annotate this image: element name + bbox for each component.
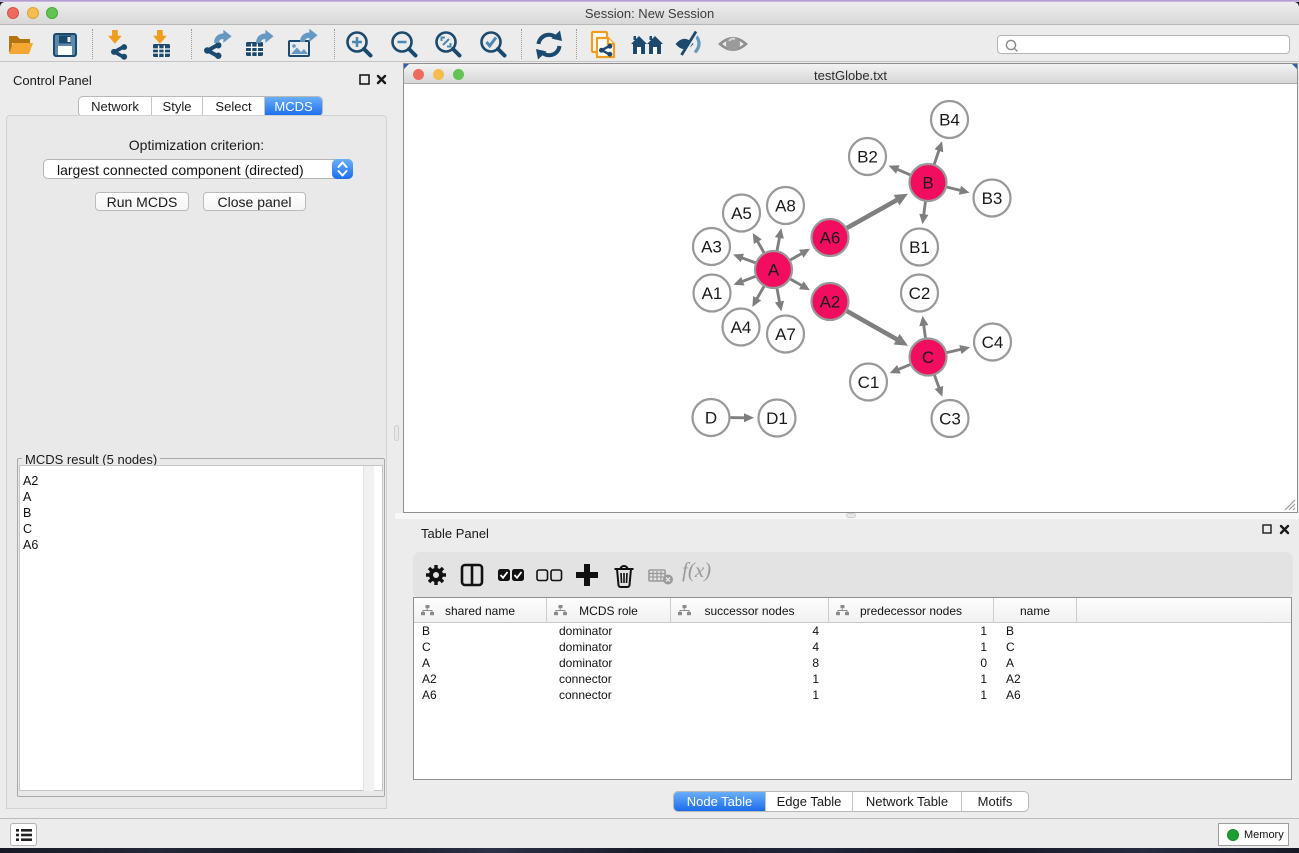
svg-text:A2: A2: [820, 293, 841, 312]
svg-text:C3: C3: [939, 410, 961, 429]
svg-text:A7: A7: [775, 325, 796, 344]
svg-text:B1: B1: [909, 238, 930, 257]
svg-text:B4: B4: [939, 111, 960, 130]
svg-text:A: A: [768, 261, 780, 280]
svg-text:B2: B2: [857, 148, 878, 167]
svg-text:A3: A3: [701, 238, 722, 257]
svg-text:C: C: [922, 348, 934, 367]
svg-text:D: D: [705, 409, 717, 428]
svg-text:A4: A4: [731, 318, 752, 337]
svg-text:C4: C4: [982, 333, 1004, 352]
svg-text:D1: D1: [766, 409, 788, 428]
svg-text:C2: C2: [909, 284, 931, 303]
svg-text:A5: A5: [731, 204, 752, 223]
svg-text:B: B: [922, 174, 933, 193]
svg-text:A1: A1: [702, 284, 723, 303]
svg-text:A6: A6: [820, 229, 841, 248]
svg-text:A8: A8: [775, 197, 796, 216]
svg-text:C1: C1: [858, 373, 880, 392]
svg-text:B3: B3: [982, 189, 1003, 208]
